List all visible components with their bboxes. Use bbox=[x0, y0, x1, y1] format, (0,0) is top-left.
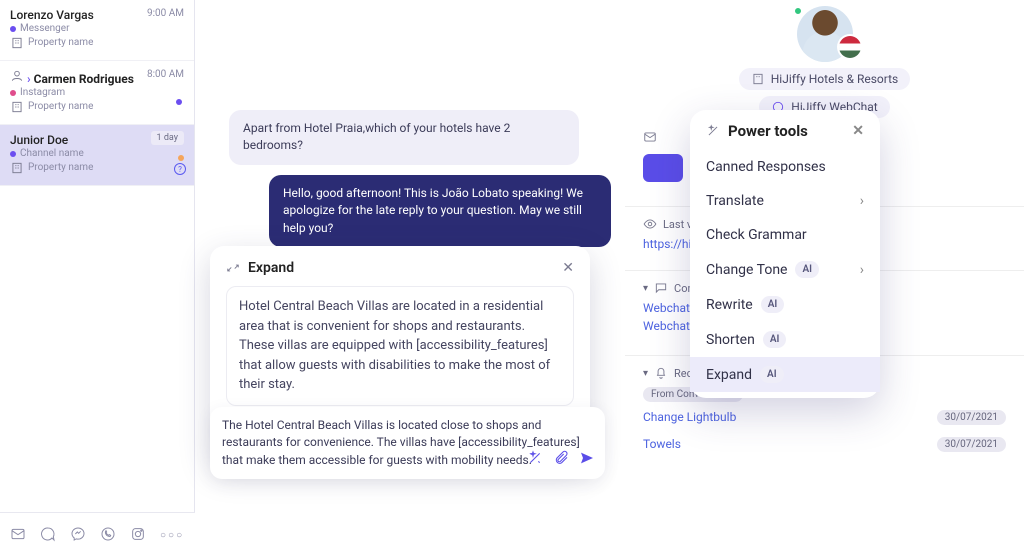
magic-icon bbox=[706, 124, 720, 138]
ai-badge: AI bbox=[795, 261, 819, 278]
request-link[interactable]: Change Lightbulb bbox=[643, 410, 736, 424]
conversation-time: 1 day bbox=[151, 131, 184, 145]
assignee-circle: ? bbox=[174, 163, 186, 175]
mail-icon[interactable] bbox=[10, 526, 26, 546]
conversation-list: Lorenzo Vargas Messenger Property name 9… bbox=[0, 0, 195, 558]
conversation-property: Property name bbox=[28, 161, 93, 175]
building-icon bbox=[10, 36, 24, 50]
request-date: 30/07/2021 bbox=[937, 437, 1006, 452]
magic-icon[interactable] bbox=[527, 450, 543, 471]
building-icon bbox=[751, 72, 765, 86]
request-link[interactable]: Towels bbox=[643, 437, 681, 451]
expand-title: Expand bbox=[248, 260, 294, 276]
unread-dot bbox=[176, 99, 182, 105]
pt-canned-responses[interactable]: Canned Responses bbox=[690, 150, 880, 184]
pt-expand[interactable]: ExpandAI bbox=[690, 357, 880, 392]
chevron-right-icon: › bbox=[860, 193, 864, 209]
flag-icon bbox=[839, 36, 861, 58]
chevron-right-icon: › bbox=[860, 262, 864, 278]
org-pill[interactable]: HiJiffy Hotels & Resorts bbox=[739, 68, 911, 90]
message-composer[interactable]: The Hotel Central Beach Villas is locate… bbox=[210, 407, 605, 479]
conversation-channel: Instagram bbox=[20, 86, 65, 100]
message-outgoing: Hello, good afternoon! This is João Loba… bbox=[269, 175, 611, 247]
channel-dot bbox=[10, 26, 16, 32]
send-icon[interactable] bbox=[579, 450, 595, 471]
mail-icon[interactable] bbox=[643, 130, 657, 144]
pt-rewrite[interactable]: RewriteAI bbox=[690, 287, 880, 322]
conversation-property: Property name bbox=[28, 36, 93, 50]
channel-icon-bar: ○○○ bbox=[0, 512, 195, 558]
pt-change-tone[interactable]: Change ToneAI› bbox=[690, 252, 880, 287]
messenger-icon[interactable] bbox=[70, 526, 86, 546]
conversation-item[interactable]: Lorenzo Vargas Messenger Property name 9… bbox=[0, 0, 194, 61]
conversation-property: Property name bbox=[28, 100, 93, 114]
pt-check-grammar[interactable]: Check Grammar bbox=[690, 218, 880, 252]
ai-badge: AI bbox=[760, 366, 784, 383]
pt-translate[interactable]: Translate› bbox=[690, 184, 880, 218]
chat-icon bbox=[654, 281, 668, 295]
eye-icon bbox=[643, 217, 657, 231]
close-icon[interactable]: ✕ bbox=[562, 260, 574, 276]
expand-icon bbox=[226, 261, 240, 275]
conversation-channel: Messenger bbox=[20, 22, 70, 36]
request-date: 30/07/2021 bbox=[937, 410, 1006, 425]
channel-dot bbox=[10, 151, 16, 157]
whatsapp-icon[interactable] bbox=[100, 526, 116, 546]
bell-icon bbox=[654, 366, 668, 380]
avatar-icon bbox=[10, 69, 24, 83]
power-tools-menu: Power tools ✕ Canned Responses Translate… bbox=[690, 110, 880, 398]
conversation-channel: Channel name bbox=[20, 147, 84, 161]
conversation-time: 8:00 AM bbox=[147, 69, 184, 80]
primary-action-button[interactable] bbox=[643, 154, 683, 182]
status-dot bbox=[178, 155, 184, 161]
building-icon bbox=[10, 161, 24, 175]
conversation-item[interactable]: › Carmen Rodrigues Instagram Property na… bbox=[0, 61, 194, 125]
ai-badge: AI bbox=[763, 331, 787, 348]
attachment-icon[interactable] bbox=[553, 450, 569, 471]
more-icon[interactable]: ○○○ bbox=[160, 530, 184, 541]
power-tools-title: Power tools bbox=[728, 122, 808, 140]
instagram-icon[interactable] bbox=[130, 526, 146, 546]
expand-textbox[interactable]: Hotel Central Beach Villas are located i… bbox=[226, 286, 574, 406]
conversation-item-selected[interactable]: Junior Doe Channel name Property name 1 … bbox=[0, 125, 194, 186]
pt-shorten[interactable]: ShortenAI bbox=[690, 322, 880, 357]
conversation-time: 9:00 AM bbox=[147, 8, 184, 19]
building-icon bbox=[10, 100, 24, 114]
messaging-icon[interactable] bbox=[40, 526, 56, 546]
message-incoming: Apart from Hotel Praia,which of your hot… bbox=[229, 110, 579, 165]
close-icon[interactable]: ✕ bbox=[852, 123, 864, 139]
presence-dot bbox=[793, 6, 803, 16]
channel-dot bbox=[10, 90, 16, 96]
ai-badge: AI bbox=[761, 296, 785, 313]
conversation-name: Carmen Rodrigues bbox=[34, 72, 134, 86]
